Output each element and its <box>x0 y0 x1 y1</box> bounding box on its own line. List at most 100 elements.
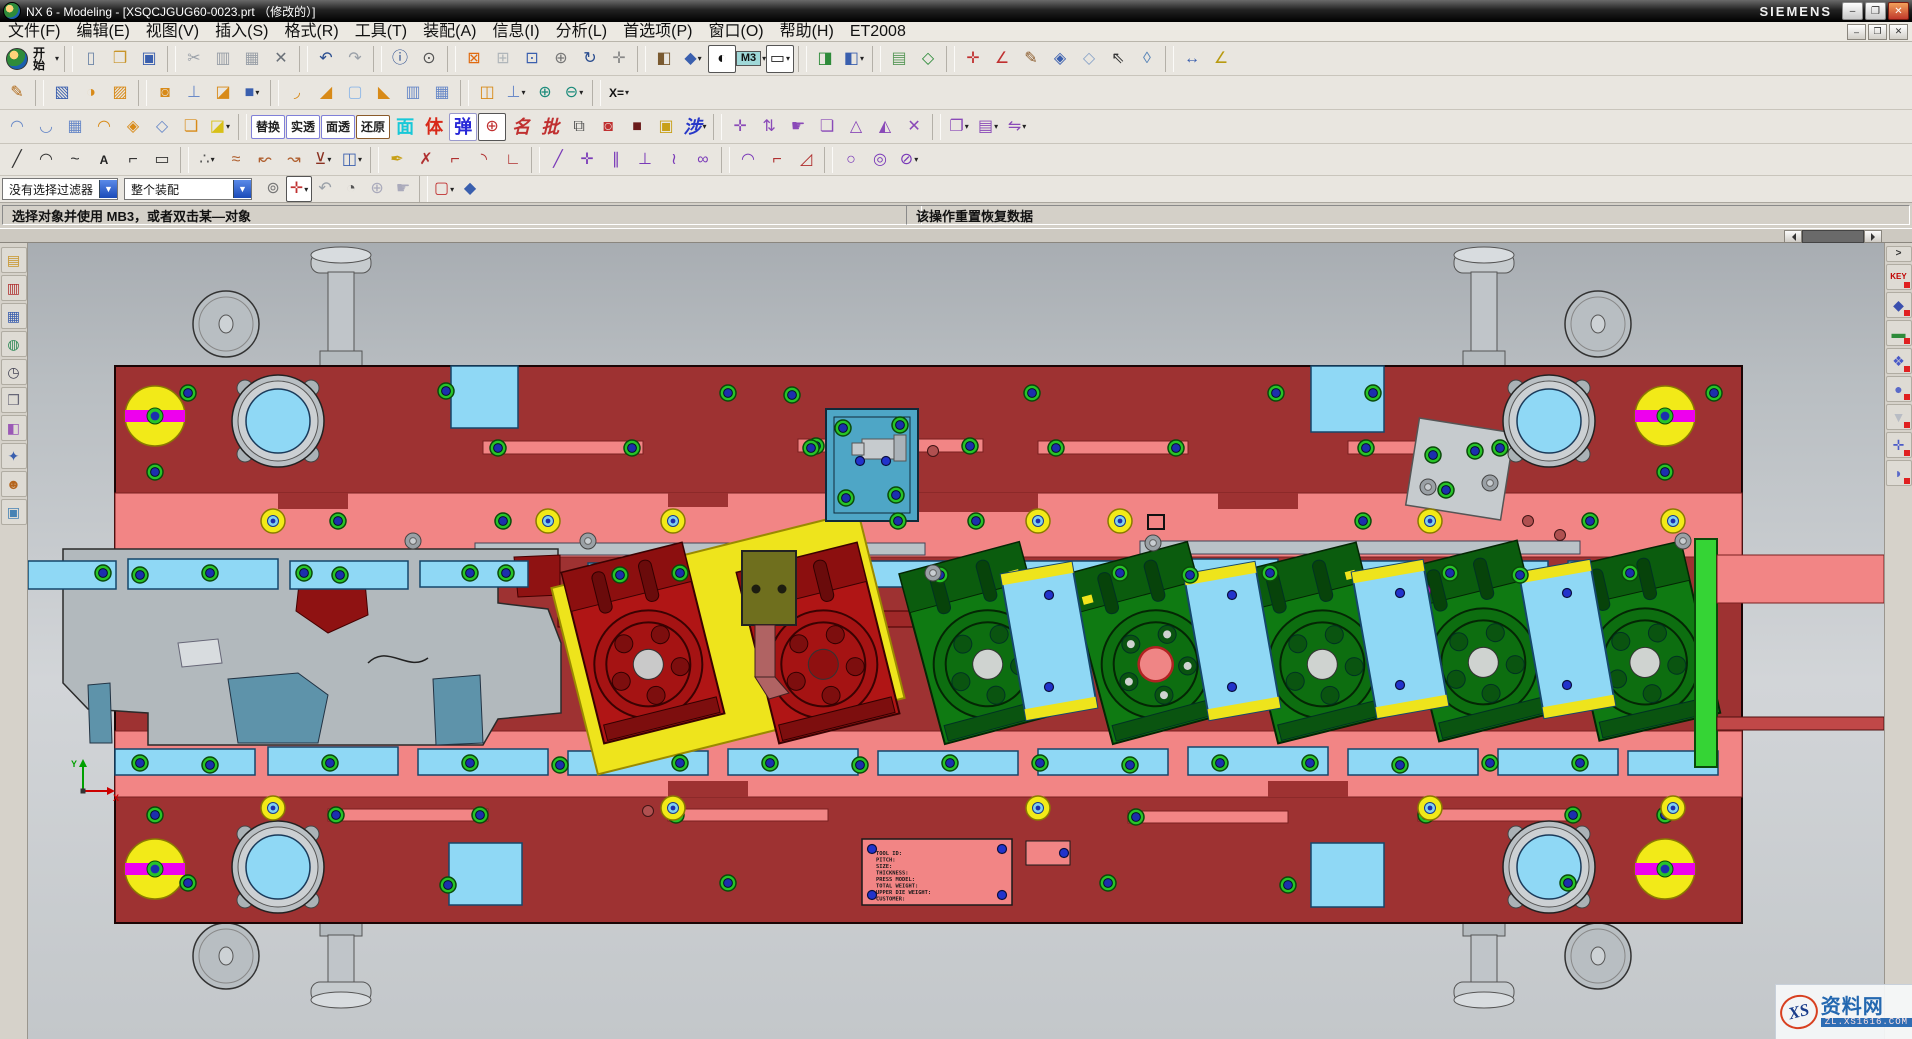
replace-component-button[interactable]: ▤▾ <box>974 113 1002 141</box>
delete-component-button[interactable]: ✕ <box>900 113 928 141</box>
corner-button[interactable]: ⌐ <box>119 146 147 174</box>
material-m3-button[interactable]: M3▾ <box>737 45 765 73</box>
open-file-button[interactable]: ❒ <box>106 45 134 73</box>
mdi-restore-button[interactable]: ❐ <box>1868 24 1887 40</box>
exit-guide-bar[interactable] <box>1695 539 1717 767</box>
fit-selection-button[interactable]: ⊞ <box>489 45 517 73</box>
rectangle-button[interactable]: ▭ <box>148 146 176 174</box>
rectangle-select-button[interactable]: ▢▾ <box>431 176 457 202</box>
intersect-curve-button[interactable]: ◫▾ <box>338 146 366 174</box>
wcs-orient-button[interactable]: ∠ <box>988 45 1016 73</box>
extrude-button[interactable]: ▧ <box>48 79 76 107</box>
fillet-button[interactable]: ◞ <box>283 79 311 107</box>
unite-button[interactable]: ⊕ <box>531 79 559 107</box>
format-menu[interactable]: 格式(R) <box>276 22 346 41</box>
work-section-dropdown[interactable]: ▾ <box>860 54 864 63</box>
scroll-left-button[interactable] <box>1784 230 1802 243</box>
pattern-component-dropdown[interactable]: ▾ <box>965 122 969 131</box>
component-position-dropdown[interactable]: ▾ <box>1022 122 1026 131</box>
die-insert-library-button[interactable]: ▬ <box>1886 320 1912 346</box>
face-translucent-button[interactable]: 面透 <box>321 115 355 139</box>
mdi-close-button[interactable]: ✕ <box>1889 24 1908 40</box>
swept-button[interactable]: ◠ <box>90 113 118 141</box>
information-menu[interactable]: 信息(I) <box>484 22 547 41</box>
file-menu[interactable]: 文件(F) <box>0 22 68 41</box>
revolve-button[interactable]: ◑ <box>77 79 105 107</box>
work-section-button[interactable]: ◧▾ <box>840 45 868 73</box>
intersect-curve-dropdown[interactable]: ▾ <box>358 155 362 164</box>
new-file-button[interactable]: ▯ <box>77 45 105 73</box>
emboss-button[interactable]: ⊥▾ <box>502 79 530 107</box>
minimize-button[interactable]: – <box>1842 2 1863 20</box>
move-component-button[interactable]: ✛ <box>726 113 754 141</box>
perspective-button[interactable]: ◧ <box>650 45 678 73</box>
sk-parallel-button[interactable]: ∥ <box>602 146 630 174</box>
offset-curve-button[interactable]: ≈ <box>222 146 250 174</box>
part-navigator-button[interactable]: ▦ <box>1 303 27 329</box>
shaded-display-button[interactable]: ◆▾ <box>679 45 707 73</box>
solid-translucent-button[interactable]: 实透 <box>286 115 320 139</box>
selection-clock-button[interactable]: ◔ <box>338 176 364 202</box>
shell-button[interactable]: ▢ <box>341 79 369 107</box>
section-surface-button[interactable]: ◈ <box>119 113 147 141</box>
wade-tool-button[interactable]: 涉▾ <box>681 113 709 141</box>
batch-tool-button[interactable]: 批 <box>536 113 564 141</box>
spline-button[interactable]: ~ <box>61 146 89 174</box>
draft-button[interactable]: ◣ <box>370 79 398 107</box>
gold-solid-tool-button[interactable]: ▣ <box>652 113 680 141</box>
fit-view-button[interactable]: ⊠ <box>460 45 488 73</box>
preferences-menu[interactable]: 首选项(P) <box>615 22 700 41</box>
selection-hand-button[interactable]: ☛ <box>390 176 416 202</box>
effects-wand-button[interactable]: ✦ <box>1 443 27 469</box>
project-curve-dropdown[interactable]: ▾ <box>327 155 331 164</box>
refresh-display-button[interactable]: ◊ <box>1133 45 1161 73</box>
name-tool-button[interactable]: 名 <box>507 113 535 141</box>
visualization-palette-button[interactable]: ◧ <box>1 415 27 441</box>
sk-arc-button[interactable]: ◠ <box>734 146 762 174</box>
pan-view-button[interactable]: ✛ <box>605 45 633 73</box>
start-menu-dropdown[interactable]: ▾ <box>55 54 59 63</box>
point-snap-button[interactable]: ✛▾ <box>286 176 312 202</box>
plate-library-button[interactable]: ● <box>1886 376 1912 402</box>
edit-object-display-button[interactable]: ✎ <box>1017 45 1045 73</box>
sk-chamfer-button[interactable]: ◿ <box>792 146 820 174</box>
sketch-constraint-button[interactable]: ∟ <box>499 146 527 174</box>
block-button[interactable]: ■▾ <box>238 79 266 107</box>
measure-distance-button[interactable]: ↔ <box>1178 45 1206 73</box>
cut-button[interactable]: ✂ <box>180 45 208 73</box>
tools-menu[interactable]: 工具(T) <box>347 22 415 41</box>
stop-button-bottom-left[interactable] <box>193 923 259 989</box>
selection-scope-dropdown[interactable]: 整个装配 ▼ <box>124 178 252 200</box>
drilled-plate[interactable] <box>1406 418 1515 520</box>
point-dropdown[interactable]: ▾ <box>211 155 215 164</box>
selection-undo-button[interactable]: ↶ <box>312 176 338 202</box>
arc-button[interactable]: ◠ <box>32 146 60 174</box>
component-position-button[interactable]: ⇋▾ <box>1003 113 1031 141</box>
replace-component-dropdown[interactable]: ▾ <box>994 122 998 131</box>
snap-options-button[interactable]: ⊚ <box>260 176 286 202</box>
stop-button-bottom-right[interactable] <box>1565 923 1631 989</box>
insert-menu[interactable]: 插入(S) <box>207 22 276 41</box>
through-curve-mesh-button[interactable]: ▦ <box>61 113 89 141</box>
information-button[interactable]: ⓘ <box>386 45 414 73</box>
key-parts-library-button[interactable]: KEY <box>1886 264 1912 290</box>
exit-strip-rail[interactable] <box>1717 555 1884 603</box>
quick-trim-button[interactable]: ✗ <box>412 146 440 174</box>
background-color-button[interactable]: ▭▾ <box>766 45 794 73</box>
sk-perpendicular-button[interactable]: ⊥ <box>631 146 659 174</box>
immediate-hide-button[interactable]: ◇ <box>1075 45 1103 73</box>
punch-library-button[interactable]: ▼ <box>1886 404 1912 430</box>
paint-tool-button[interactable]: ◙ <box>594 113 622 141</box>
show-component-button[interactable]: ❏ <box>813 113 841 141</box>
history-palette-button[interactable]: ◷ <box>1 359 27 385</box>
point-snap-dropdown[interactable]: ▾ <box>304 185 308 194</box>
undo-button[interactable]: ↶ <box>312 45 340 73</box>
center-target-tool-button[interactable]: ⊕ <box>478 113 506 141</box>
chevron-down-icon[interactable]: ▼ <box>99 180 117 198</box>
analysis-menu[interactable]: 分析(L) <box>548 22 616 41</box>
assemblies-menu[interactable]: 装配(A) <box>415 22 484 41</box>
offset-surface-button[interactable]: ❏ <box>177 113 205 141</box>
show-and-hide-button[interactable]: ◈ <box>1046 45 1074 73</box>
wade-tool-dropdown[interactable]: ▾ <box>703 122 707 131</box>
join-curve-button[interactable]: ↝ <box>280 146 308 174</box>
